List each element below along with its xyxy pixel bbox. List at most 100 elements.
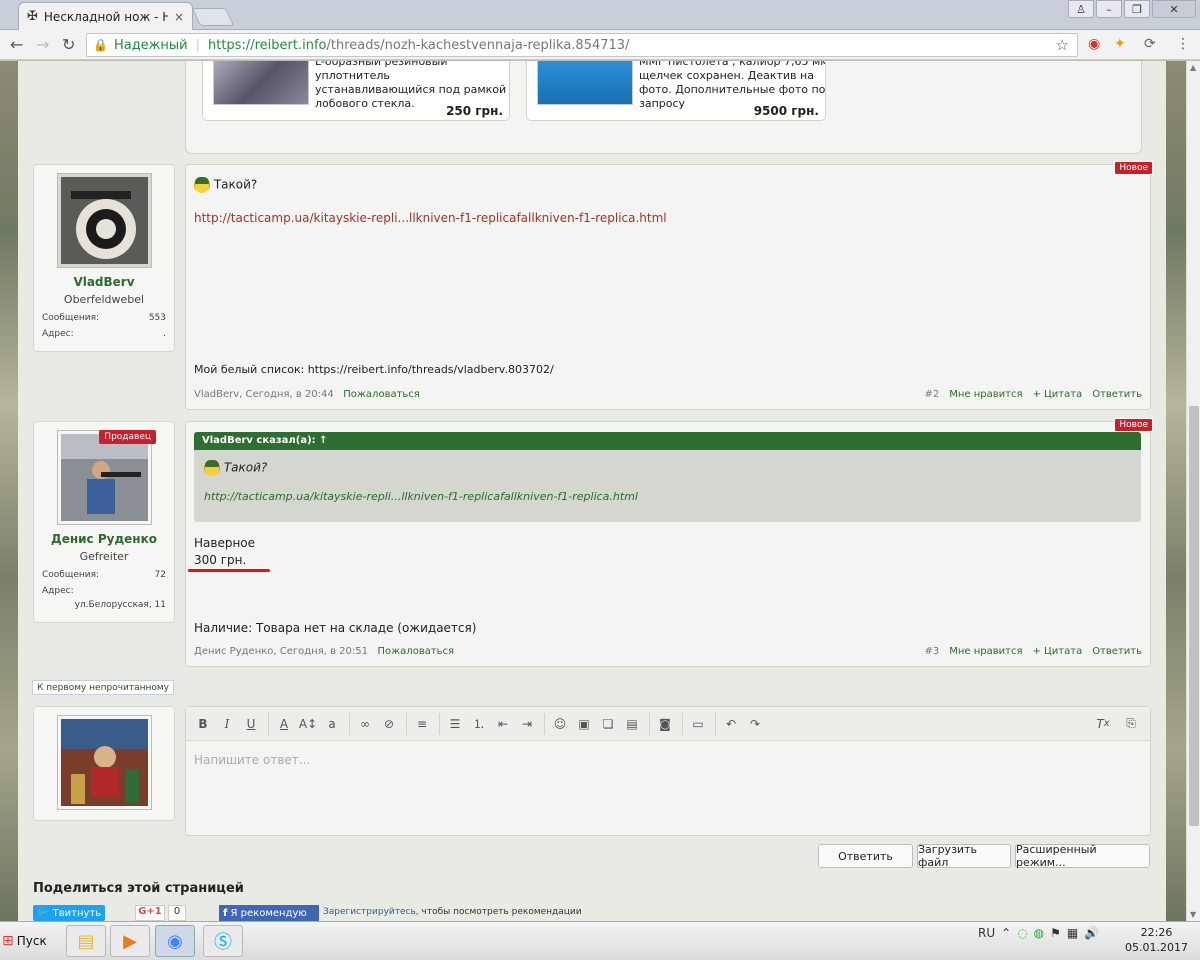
close-window-button[interactable]: ✕ <box>1152 0 1196 18</box>
tray-clock[interactable]: 22:26 05.01.2017 <box>1125 925 1188 955</box>
quote-link[interactable]: + Цитата <box>1032 646 1082 657</box>
tweet-label: Твитнуть <box>52 907 102 919</box>
bookmark-star-icon[interactable]: ☆ <box>1056 36 1069 54</box>
report-link[interactable]: Пожаловаться <box>378 646 455 657</box>
post-number[interactable]: #2 <box>924 389 939 400</box>
chrome-taskbar-icon[interactable]: ◉ <box>155 925 195 957</box>
scroll-down-icon[interactable]: ▼ <box>1190 910 1196 919</box>
ad-card[interactable]: ММГ пистолета , калибр 7,65 мм, щелчек с… <box>526 61 826 121</box>
like-link[interactable]: Мне нравится <box>949 646 1022 657</box>
font-family-icon[interactable]: a <box>321 713 343 735</box>
outdent-icon[interactable]: ⇤ <box>492 713 514 735</box>
post-author[interactable]: VladBerv <box>194 389 239 400</box>
stat-value: 72 <box>154 570 166 580</box>
username[interactable]: Денис Руденко <box>34 532 174 546</box>
scroll-thumb[interactable] <box>1189 406 1199 826</box>
text-color-icon[interactable]: A <box>273 713 295 735</box>
submit-reply-button[interactable]: Ответить <box>818 844 913 868</box>
tab-title: Нескладной нож - Нож <box>43 9 168 24</box>
volume-icon[interactable]: 🔊 <box>1084 926 1099 940</box>
reply-link[interactable]: Ответить <box>1092 646 1142 657</box>
user-stat-address: Адрес:. <box>42 329 166 339</box>
post-number[interactable]: #3 <box>924 646 939 657</box>
user-icon[interactable]: ♙ <box>1068 0 1094 18</box>
gplus-button[interactable]: G+1 <box>135 905 165 921</box>
image-icon[interactable]: ▣ <box>573 713 595 735</box>
numbered-list-icon[interactable]: ⒈ <box>468 713 490 735</box>
post-time[interactable]: Сегодня, в 20:44 <box>246 389 334 400</box>
like-link[interactable]: Мне нравится <box>949 389 1022 400</box>
first-unread-button[interactable]: К первому непрочитанному <box>32 680 175 695</box>
indent-icon[interactable]: ⇥ <box>516 713 538 735</box>
user-rank: Oberfeldwebel <box>63 293 145 306</box>
save-draft-icon[interactable]: ▭ <box>687 713 709 735</box>
stat-label: Адрес: <box>42 586 74 596</box>
smiley-picker-icon[interactable]: ☺ <box>549 713 571 735</box>
register-text: чтобы посмотреть рекомендации <box>418 907 582 917</box>
media-player-taskbar-icon[interactable]: ▶ <box>110 925 150 957</box>
stat-label: Адрес: <box>42 329 74 339</box>
page-scrollbar[interactable]: ▲ ▼ <box>1186 61 1200 921</box>
explorer-taskbar-icon[interactable]: ▤ <box>66 925 106 957</box>
insert-icon[interactable]: ▤ <box>621 713 643 735</box>
report-link[interactable]: Пожаловаться <box>343 389 420 400</box>
menu-icon[interactable]: ⋮ <box>1176 36 1190 52</box>
puzzle-extension-icon[interactable]: ✦ <box>1114 36 1126 52</box>
sync-extension-icon[interactable]: ⟳ <box>1144 36 1156 52</box>
url-field[interactable]: 🔒 Надежный | https://reibert.info /threa… <box>86 33 1078 57</box>
undo-icon[interactable]: ↶ <box>720 713 742 735</box>
bullet-list-icon[interactable]: ☰ <box>444 713 466 735</box>
align-icon[interactable]: ≡ <box>411 713 433 735</box>
tray-app-icon[interactable]: ◌ <box>1017 926 1027 940</box>
start-button[interactable]: ⊞ Пуск <box>2 927 52 955</box>
reload-icon[interactable]: ↻ <box>62 35 75 54</box>
post-link[interactable]: http://tacticamp.ua/kitayskie-repli...ll… <box>194 211 667 225</box>
link-icon[interactable]: ∞ <box>354 713 376 735</box>
tray-app-icon[interactable]: ◍ <box>1034 926 1044 940</box>
avatar[interactable] <box>57 430 152 525</box>
post-author[interactable]: Денис Руденко <box>194 646 273 657</box>
quote-link[interactable]: + Цитата <box>1032 389 1082 400</box>
register-link[interactable]: Зарегистрируйтесь, <box>323 907 419 917</box>
italic-icon[interactable]: I <box>216 713 238 735</box>
post-text: Такой? <box>213 177 258 192</box>
avatar[interactable] <box>57 715 152 810</box>
skype-taskbar-icon[interactable]: Ⓢ <box>203 925 243 957</box>
username[interactable]: VladBerv <box>34 275 174 289</box>
post-message: Такой? <box>194 177 257 193</box>
redo-icon[interactable]: ↷ <box>744 713 766 735</box>
media-icon[interactable]: ❏ <box>597 713 619 735</box>
advanced-mode-button[interactable]: Расширенный режим... <box>1015 843 1150 869</box>
flag-icon[interactable]: ⚑ <box>1050 926 1061 940</box>
font-size-icon[interactable]: A↕ <box>297 713 319 735</box>
tab-close-icon[interactable]: × <box>174 10 184 24</box>
opera-extension-icon[interactable]: ◉ <box>1088 36 1100 52</box>
browser-tab[interactable]: ✠ Нескладной нож - Нож × <box>18 2 193 30</box>
unlink-icon[interactable]: ⊘ <box>378 713 400 735</box>
tweet-button[interactable]: 🐦 Твитнуть <box>33 905 105 921</box>
upload-file-button[interactable]: Загрузить файл <box>917 843 1011 869</box>
bold-icon[interactable]: B <box>192 713 214 735</box>
network-icon[interactable]: ▦ <box>1067 926 1078 940</box>
reply-link[interactable]: Ответить <box>1092 389 1142 400</box>
back-icon[interactable]: ← <box>10 35 23 54</box>
post-time[interactable]: Сегодня, в 20:51 <box>280 646 368 657</box>
fb-recommend-button[interactable]: f Я рекомендую <box>219 905 319 921</box>
restore-button[interactable]: ❐ <box>1124 0 1150 18</box>
toggle-bbcode-icon[interactable]: ⎘ <box>1120 713 1142 735</box>
avatar[interactable] <box>57 173 152 268</box>
scroll-up-icon[interactable]: ▲ <box>1190 63 1196 72</box>
reply-input-placeholder[interactable]: Напишите ответ... <box>194 753 310 767</box>
clear-format-icon[interactable]: Tx <box>1092 713 1114 735</box>
quote-header[interactable]: VladBerv сказал(а): ↑ <box>194 432 1141 450</box>
minimize-button[interactable]: – <box>1096 0 1122 18</box>
language-indicator[interactable]: RU <box>978 926 995 940</box>
ad-card[interactable]: L-образный резиновый уплотнитель устанав… <box>202 61 510 121</box>
forward-icon[interactable]: → <box>36 35 49 54</box>
underline-icon[interactable]: U <box>240 713 262 735</box>
quote-link[interactable]: http://tacticamp.ua/kitayskie-repli...ll… <box>204 490 638 503</box>
new-tab-button[interactable] <box>191 8 235 26</box>
camera-icon[interactable]: ◙ <box>654 713 676 735</box>
tray-expand-icon[interactable]: ⌃ <box>1001 926 1011 940</box>
post-text-line: Наверное <box>194 536 256 550</box>
